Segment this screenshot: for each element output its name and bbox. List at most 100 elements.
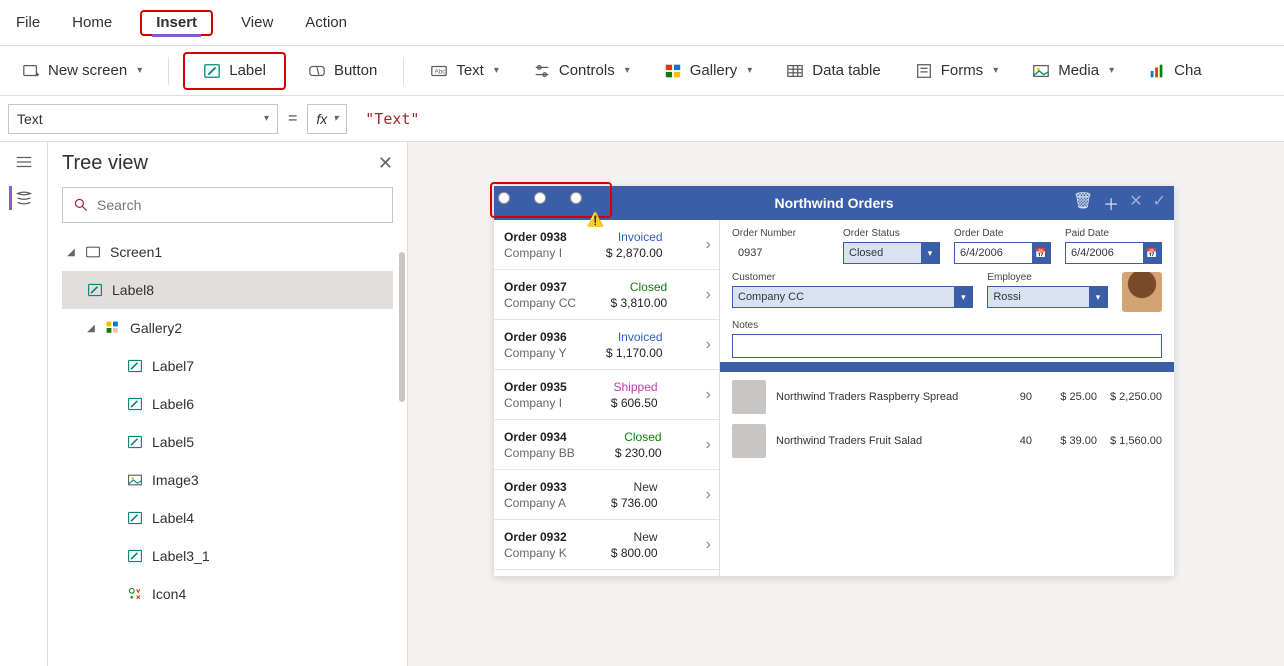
- button-button[interactable]: Button: [296, 56, 389, 86]
- tree-label: Icon4: [152, 586, 186, 602]
- search-icon: [73, 197, 89, 213]
- text-button[interactable]: Abc Text ▾: [418, 56, 511, 86]
- scrollbar[interactable]: [399, 252, 405, 402]
- resize-handle[interactable]: [498, 192, 510, 204]
- field-label: Customer: [732, 272, 973, 283]
- order-item[interactable]: Order 0934Company BBClosed$ 230.00›: [494, 420, 719, 470]
- tree-node-icon4[interactable]: Icon4: [62, 575, 393, 613]
- close-icon[interactable]: ✕: [378, 153, 393, 174]
- tree-node-label5[interactable]: Label5: [62, 423, 393, 461]
- label-icon: [126, 395, 144, 413]
- order-list: Order 0938Company IInvoiced$ 2,870.00›Or…: [494, 220, 720, 576]
- gallery-icon: [104, 319, 122, 337]
- chevron-right-icon: ›: [706, 386, 711, 404]
- tree-node-gallery2[interactable]: ◢ Gallery2: [62, 309, 393, 347]
- data-table-button[interactable]: Data table: [774, 56, 892, 86]
- chart-icon: [1148, 62, 1166, 80]
- tree-node-screen1[interactable]: ◢ Screen1: [62, 233, 393, 271]
- media-label: Media: [1058, 62, 1099, 79]
- product-thumb: [732, 380, 766, 414]
- order-item[interactable]: Order 0937Company CCClosed$ 3,810.00›: [494, 270, 719, 320]
- tree-view-icon[interactable]: [9, 186, 33, 210]
- formula-value[interactable]: "Text": [365, 110, 419, 128]
- tree-label: Label4: [152, 510, 194, 526]
- svg-text:Abc: Abc: [435, 68, 446, 75]
- chart-button[interactable]: Cha: [1136, 56, 1214, 86]
- status-dropdown[interactable]: Closed▾: [843, 242, 940, 264]
- chevron-right-icon: ›: [706, 486, 711, 504]
- gallery-icon: [664, 62, 682, 80]
- chevron-right-icon: ›: [706, 336, 711, 354]
- warning-icon: ⚠️: [587, 211, 604, 228]
- resize-handle[interactable]: [534, 192, 546, 204]
- hamburger-icon[interactable]: [12, 150, 36, 174]
- app-body: Order 0938Company IInvoiced$ 2,870.00›Or…: [494, 220, 1174, 576]
- close-icon[interactable]: ✕: [1129, 191, 1142, 215]
- property-selector[interactable]: Text ▾: [8, 104, 278, 134]
- trash-icon[interactable]: 🗑: [1073, 191, 1093, 215]
- controls-button[interactable]: Controls ▾: [521, 56, 642, 86]
- search-box[interactable]: [62, 187, 393, 223]
- tree-node-label6[interactable]: Label6: [62, 385, 393, 423]
- caret-icon: ◢: [66, 247, 76, 258]
- property-name: Text: [17, 111, 43, 127]
- equals-sign: =: [288, 110, 297, 128]
- chart-label: Cha: [1174, 62, 1202, 79]
- order-item[interactable]: Order 0938Company IInvoiced$ 2,870.00›: [494, 220, 719, 270]
- tree-node-label7[interactable]: Label7: [62, 347, 393, 385]
- menu-view[interactable]: View: [237, 8, 277, 37]
- plus-icon[interactable]: ＋: [1103, 191, 1119, 215]
- text-label: Text: [456, 62, 484, 79]
- tree-node-label3-1[interactable]: Label3_1: [62, 537, 393, 575]
- forms-button[interactable]: Forms ▾: [903, 56, 1011, 86]
- fx-button[interactable]: fx ▾: [307, 104, 347, 134]
- order-item[interactable]: Order 0933Company ANew$ 736.00›: [494, 470, 719, 520]
- forms-label: Forms: [941, 62, 984, 79]
- chevron-down-icon: ▾: [921, 243, 939, 263]
- order-date-field[interactable]: 6/4/2006📅: [954, 242, 1051, 264]
- check-icon[interactable]: ✓: [1153, 191, 1166, 215]
- menu-insert[interactable]: Insert: [152, 6, 201, 37]
- caret-icon: ◢: [86, 323, 96, 334]
- tree-node-label4[interactable]: Label4: [62, 499, 393, 537]
- line-item: Northwind Traders Fruit Salad40$ 39.00$ …: [732, 424, 1162, 458]
- tree-node-label8[interactable]: Label8: [62, 271, 393, 309]
- left-rail: [0, 142, 48, 666]
- customer-dropdown[interactable]: Company CC▾: [732, 286, 973, 308]
- gallery-button[interactable]: Gallery ▾: [652, 56, 765, 86]
- menu-home[interactable]: Home: [68, 8, 116, 37]
- label-icon: [126, 509, 144, 527]
- label-button[interactable]: Label: [191, 56, 278, 86]
- order-item[interactable]: Order 0936Company YInvoiced$ 1,170.00›: [494, 320, 719, 370]
- ribbon: New screen ▾ Label Button Abc Text ▾ Con…: [0, 46, 1284, 96]
- label-label: Label: [229, 62, 266, 79]
- main-area: Tree view ✕ ◢ Screen1 Label8 ◢ Gallery2 …: [0, 142, 1284, 666]
- tree-node-image3[interactable]: Image3: [62, 461, 393, 499]
- selection-handles[interactable]: ⚠️: [490, 182, 612, 218]
- media-button[interactable]: Media ▾: [1020, 56, 1126, 86]
- chevron-down-icon: ▾: [625, 65, 630, 76]
- menu-file[interactable]: File: [12, 8, 44, 37]
- menu-bar: File Home Insert View Action: [0, 0, 1284, 46]
- new-screen-label: New screen: [48, 62, 127, 79]
- notes-field[interactable]: [732, 334, 1162, 358]
- divider: [720, 362, 1174, 372]
- button-label: Button: [334, 62, 377, 79]
- order-item[interactable]: Order 0932Company KNew$ 800.00›: [494, 520, 719, 570]
- media-icon: [1032, 62, 1050, 80]
- employee-dropdown[interactable]: Rossi▾: [987, 286, 1108, 308]
- search-input[interactable]: [97, 197, 382, 213]
- avatar: [1122, 272, 1162, 312]
- new-screen-button[interactable]: New screen ▾: [10, 56, 154, 86]
- field-label: Paid Date: [1065, 228, 1162, 239]
- resize-handle[interactable]: [570, 192, 582, 204]
- paid-date-field[interactable]: 6/4/2006📅: [1065, 242, 1162, 264]
- chevron-right-icon: ›: [706, 236, 711, 254]
- data-table-icon: [786, 62, 804, 80]
- menu-action[interactable]: Action: [301, 8, 351, 37]
- tree-label: Gallery2: [130, 320, 182, 336]
- product-thumb: [732, 424, 766, 458]
- order-item[interactable]: Order 0935Company IShipped$ 606.50›: [494, 370, 719, 420]
- text-icon: Abc: [430, 62, 448, 80]
- canvas[interactable]: ⚠️ Northwind Orders 🗑 ＋ ✕ ✓ Order 0938Co…: [408, 142, 1284, 666]
